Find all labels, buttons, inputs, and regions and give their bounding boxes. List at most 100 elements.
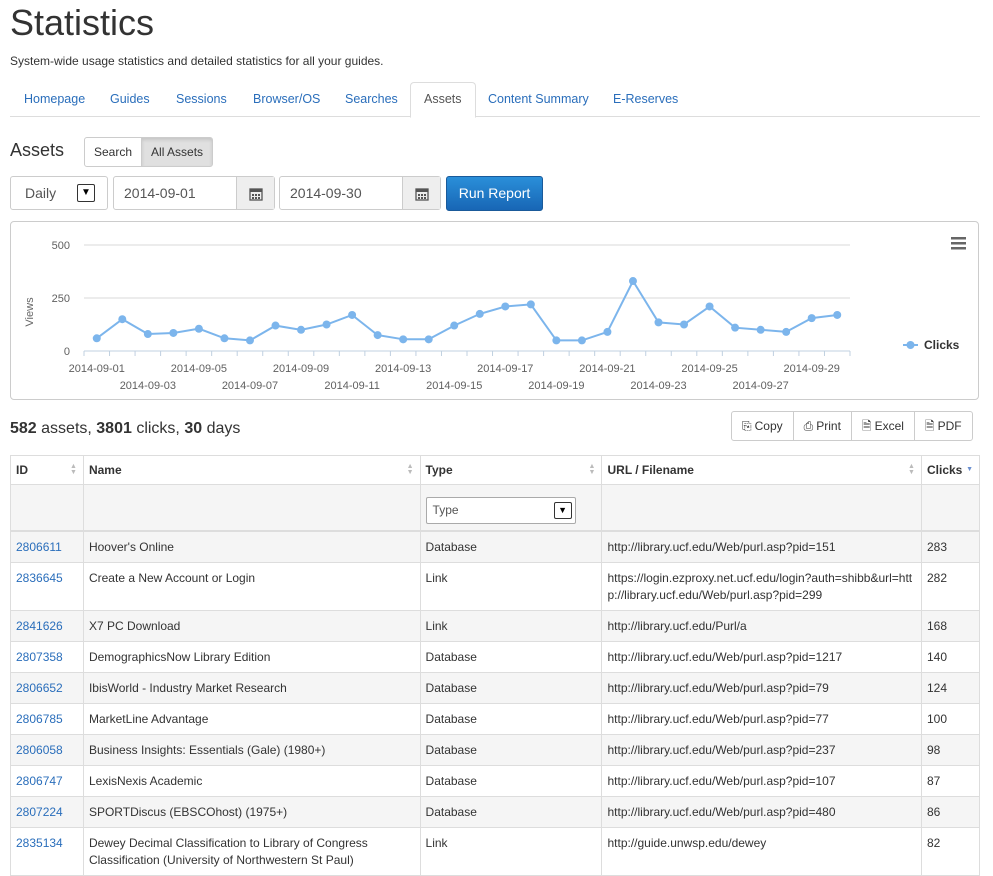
data-point[interactable] [450,321,459,330]
chart-menu-icon[interactable] [951,237,966,250]
data-point[interactable] [552,336,561,345]
asset-id-link[interactable]: 2807358 [16,650,63,664]
calendar-icon[interactable] [402,177,440,209]
table-row: 2807224 SPORTDiscus (EBSCOhost) (1975+) Da… [10,796,981,828]
asset-type: Database [419,765,603,797]
asset-id-link[interactable]: 2835134 [16,836,63,850]
asset-id-link[interactable]: 2807224 [16,805,63,819]
x-tick-label: 2014-09-13 [375,363,431,375]
data-point[interactable] [782,327,791,336]
data-point[interactable] [424,335,433,344]
table-row: 2836645 Create a New Account or Login Link… [10,562,981,611]
assets-table: ID ▲ ▼ Name ▲ ▼ Type ▲ ▼ URL / Filename ▲ ▼ Clic… [10,455,981,876]
column-header-type[interactable]: Type ▲ ▼ [419,455,603,485]
assets-label: assets, [36,420,97,437]
data-point[interactable] [603,327,612,336]
x-tick-label: 2014-09-25 [681,363,737,375]
asset-scope-toggle: Search All Assets [84,137,214,167]
data-point[interactable] [807,314,816,323]
asset-id-link[interactable]: 2806747 [16,774,63,788]
start-date-field[interactable]: 2014-09-01 [113,176,275,210]
data-point[interactable] [526,300,535,309]
tab-content-summary[interactable]: Content Summary [474,82,603,117]
data-point[interactable] [245,336,254,345]
x-tick-label: 2014-09-03 [120,380,176,392]
asset-id-link[interactable]: 2836645 [16,571,63,585]
data-point[interactable] [680,320,689,329]
data-point[interactable] [501,302,510,311]
asset-clicks: 124 [920,672,981,704]
data-point[interactable] [92,334,101,343]
data-point[interactable] [756,325,765,334]
clicks-count: 3801 [96,420,132,437]
data-point[interactable] [271,321,280,330]
asset-type: Database [419,703,603,735]
period-value: Daily [25,185,57,201]
asset-type: Link [419,827,603,876]
asset-url: https://login.ezproxy.net.ucf.edu/login?… [601,562,922,611]
data-point[interactable] [654,318,663,327]
data-point[interactable] [118,315,127,324]
all-assets-toggle-button[interactable]: All Assets [141,137,214,167]
y-tick-label: 0 [64,346,70,358]
data-point[interactable] [705,302,714,311]
calendar-icon[interactable] [236,177,274,209]
asset-id-link[interactable]: 2806611 [16,540,62,554]
asset-url: http://library.ucf.edu/Web/purl.asp?pid=… [601,734,922,766]
column-header-name[interactable]: Name ▲ ▼ [82,455,421,485]
tab-guides[interactable]: Guides [96,82,164,117]
copy-button[interactable]: ⎘ Copy [731,411,794,441]
tab-searches[interactable]: Searches [331,82,412,117]
asset-id-link[interactable]: 2806785 [16,712,63,726]
end-date-field[interactable]: 2014-09-30 [279,176,441,210]
search-toggle-button[interactable]: Search [84,137,143,167]
pdf-button[interactable]: 🗎 PDF [913,411,973,441]
data-point[interactable] [143,330,152,339]
tab-homepage[interactable]: Homepage [10,82,99,117]
data-point[interactable] [833,310,842,319]
period-select[interactable]: Daily ▼ [10,176,108,210]
data-point[interactable] [169,328,178,337]
chart-legend[interactable]: Clicks [903,338,960,352]
stats-tabs: Homepage Guides Sessions Browser/OS Sear… [10,82,980,118]
data-point[interactable] [297,325,306,334]
x-tick-label: 2014-09-11 [324,380,379,392]
print-button[interactable]: ⎙ Print [792,411,852,441]
page-title: Statistics [10,2,155,43]
data-point[interactable] [348,310,357,319]
print-icon: ⎙ [803,419,814,433]
data-point[interactable] [373,331,382,340]
asset-name: MarketLine Advantage [82,703,421,735]
data-point[interactable] [399,335,408,344]
data-point[interactable] [731,323,740,332]
data-point[interactable] [322,320,331,329]
x-tick-label: 2014-09-05 [171,363,227,375]
table-row: 2806785 MarketLine Advantage Database http:… [10,703,981,735]
x-tick-label: 2014-09-19 [528,380,584,392]
asset-url: http://library.ucf.edu/Web/purl.asp?pid=… [601,796,922,828]
tab-sessions[interactable]: Sessions [162,82,241,117]
type-filter-select[interactable]: Type ▼ [425,497,576,524]
table-row: 2806652 IbisWorld - Industry Market Resea… [10,672,981,704]
clicks-line-chart: 0 250 500 2014-09-01 2014-09-05 2014-09-09 20… [24,237,966,392]
column-header-url[interactable]: URL / Filename ▲ ▼ [601,455,922,485]
asset-type: Database [419,672,603,704]
asset-id-link[interactable]: 2806652 [16,681,63,695]
x-tick-label: 2014-09-17 [477,363,533,375]
asset-id-link[interactable]: 2806058 [16,743,63,757]
data-point[interactable] [628,277,637,286]
data-point[interactable] [577,336,586,345]
excel-button[interactable]: 🗎 Excel [850,411,915,441]
asset-clicks: 168 [920,610,981,642]
column-header-id[interactable]: ID ▲ ▼ [10,455,84,485]
asset-type: Database [419,530,603,563]
tab-browser-os[interactable]: Browser/OS [239,82,334,117]
run-report-button[interactable]: Run Report [446,176,543,211]
asset-id-link[interactable]: 2841626 [16,619,63,633]
data-point[interactable] [194,324,203,333]
column-header-clicks[interactable]: Clicks ▼ [920,455,981,485]
data-point[interactable] [220,334,229,343]
tab-assets[interactable]: Assets [410,82,476,118]
data-point[interactable] [475,309,484,318]
tab-e-reserves[interactable]: E-Reserves [599,82,692,117]
